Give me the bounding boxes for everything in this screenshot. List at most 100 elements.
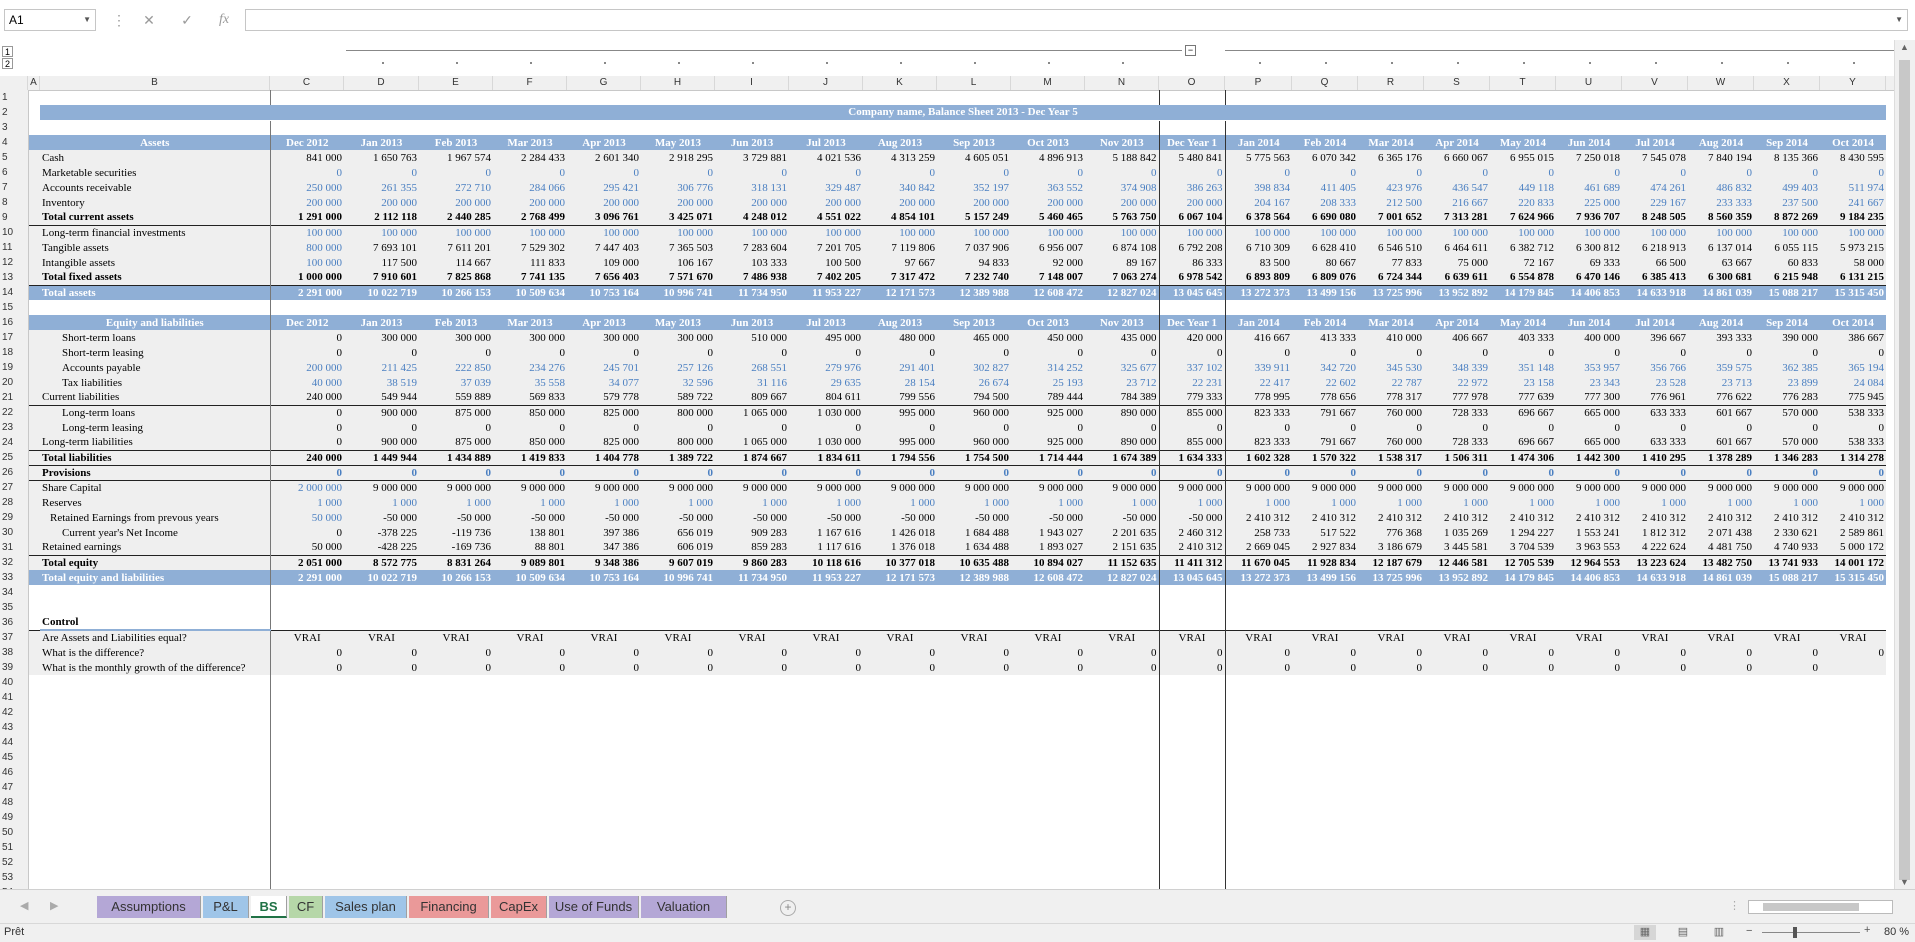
value-cell[interactable]: 0 [863,660,937,675]
cell[interactable] [419,705,493,720]
value-cell[interactable]: 791 667 [1292,435,1358,450]
value-cell[interactable]: 100 000 [344,224,419,240]
cell[interactable] [419,615,493,630]
value-cell[interactable]: VRAI [493,629,567,645]
cell[interactable] [863,705,937,720]
cell[interactable] [1622,780,1688,795]
value-cell[interactable]: 9 000 000 [1085,479,1159,495]
cell[interactable] [28,210,40,225]
cell[interactable] [419,780,493,795]
value-cell[interactable]: VRAI [1622,629,1688,645]
value-cell[interactable]: 13 499 156 [1292,570,1358,585]
value-cell[interactable]: 804 611 [789,390,863,405]
period-header[interactable]: Feb 2013 [419,315,493,330]
column-header-d[interactable]: D [344,76,419,90]
value-cell[interactable]: 1 812 312 [1622,525,1688,540]
period-header[interactable]: Jan 2013 [344,315,419,330]
cell[interactable] [28,525,40,540]
period-header[interactable]: May 2013 [641,135,715,150]
value-cell[interactable]: 1 376 018 [863,540,937,555]
value-cell[interactable]: VRAI [567,629,641,645]
value-cell[interactable]: 0 [344,464,419,480]
value-cell[interactable]: 10 996 741 [641,284,715,300]
cell[interactable] [1225,780,1292,795]
cell[interactable] [1158,615,1226,630]
value-cell[interactable]: 35 558 [493,375,567,390]
cell[interactable] [863,840,937,855]
cell[interactable] [28,720,40,735]
vertical-scroll-thumb[interactable] [1899,60,1910,880]
cell[interactable] [1754,855,1820,870]
value-cell[interactable]: 2 918 295 [641,150,715,165]
value-cell[interactable]: 374 908 [1085,180,1159,195]
cell[interactable] [789,720,863,735]
value-cell[interactable]: 0 [1358,464,1424,480]
cell[interactable] [28,120,40,135]
value-cell[interactable]: 13 952 892 [1424,570,1490,585]
cell[interactable] [493,735,567,750]
cell[interactable] [493,675,567,690]
cell[interactable] [1820,870,1886,885]
value-cell[interactable]: 0 [493,420,567,435]
value-cell[interactable]: 0 [1158,464,1226,480]
value-cell[interactable]: 0 [1011,645,1085,660]
normal-view-icon[interactable]: ▦ [1634,925,1656,940]
value-cell[interactable]: 6 300 681 [1688,270,1754,285]
value-cell[interactable]: 0 [1490,165,1556,180]
cell[interactable] [863,615,937,630]
period-header[interactable]: Feb 2014 [1292,315,1358,330]
value-cell[interactable]: 0 [641,464,715,480]
row-label[interactable]: Total equity and liabilities [40,570,271,585]
cell[interactable] [1225,795,1292,810]
cell[interactable] [1292,795,1358,810]
cell[interactable] [344,840,419,855]
value-cell[interactable]: 23 343 [1556,375,1622,390]
value-cell[interactable]: -378 225 [344,525,419,540]
value-cell[interactable]: 0 [1358,660,1424,675]
cell[interactable] [270,615,344,630]
value-cell[interactable]: 66 500 [1622,255,1688,270]
value-cell[interactable]: 138 801 [493,525,567,540]
cell[interactable] [1085,765,1159,780]
cell[interactable] [937,810,1011,825]
cell[interactable] [28,135,40,150]
cell[interactable] [715,735,789,750]
value-cell[interactable]: 0 [419,165,493,180]
value-cell[interactable]: 200 000 [789,195,863,210]
cell[interactable] [1622,585,1688,600]
value-cell[interactable]: VRAI [1085,629,1159,645]
value-cell[interactable]: 9 000 000 [1292,479,1358,495]
value-cell[interactable]: 1 000 [1490,495,1556,510]
cell[interactable] [1622,615,1688,630]
cell[interactable] [1424,690,1490,705]
cell[interactable] [1292,90,1358,105]
value-cell[interactable]: 100 500 [789,255,863,270]
cell[interactable] [493,855,567,870]
value-cell[interactable]: 0 [1085,645,1159,660]
value-cell[interactable]: 300 000 [493,330,567,345]
value-cell[interactable]: 1 065 000 [715,404,789,420]
cell[interactable] [567,585,641,600]
row-header[interactable]: 14 [0,285,29,300]
zoom-level[interactable]: 80 % [1884,926,1909,938]
value-cell[interactable]: VRAI [1225,629,1292,645]
cell[interactable] [789,300,863,315]
cell[interactable] [1820,780,1886,795]
cell[interactable] [1688,675,1754,690]
cell[interactable] [1820,765,1886,780]
value-cell[interactable]: 77 833 [1358,255,1424,270]
cell[interactable] [28,195,40,210]
cell[interactable] [344,720,419,735]
value-cell[interactable]: 14 001 172 [1820,554,1886,570]
value-cell[interactable]: 208 333 [1292,195,1358,210]
value-cell[interactable]: 0 [344,660,419,675]
cell[interactable] [419,300,493,315]
row-label[interactable]: Tangible assets [40,240,271,255]
value-cell[interactable]: 517 522 [1292,525,1358,540]
cell[interactable] [937,735,1011,750]
cell[interactable] [1085,810,1159,825]
value-cell[interactable]: 9 184 235 [1820,210,1886,225]
value-cell[interactable]: 6 378 564 [1225,210,1292,225]
cell[interactable] [789,90,863,105]
column-header-o[interactable]: O [1159,76,1225,90]
